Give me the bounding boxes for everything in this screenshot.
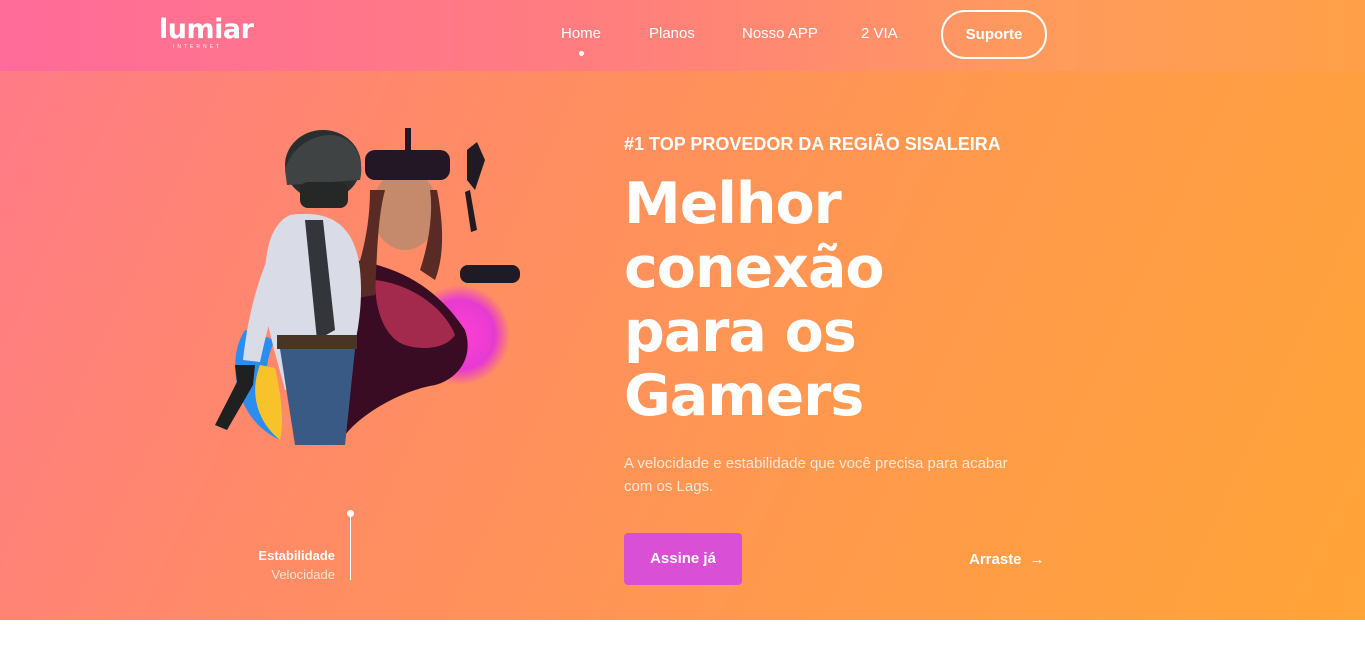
swipe-link[interactable]: Arraste → [969,550,1045,570]
gamers-illustration [215,128,520,445]
headline-line: Melhor [624,171,842,237]
nav-item-home[interactable]: Home [561,25,601,43]
headline-line: Gamers [624,363,864,429]
subscribe-button[interactable]: Assine já [624,533,742,585]
headline-line: conexão [624,235,885,301]
feature-divider-dot [347,510,354,517]
nav-active-indicator [579,51,584,56]
headline-line: para os [624,299,857,365]
swipe-label: Arraste [969,551,1022,568]
feature-divider-line [350,515,351,580]
site-header: lumiar INTERNET Home Planos Nosso APP 2 … [0,0,1365,71]
nav-item-2-via[interactable]: 2 VIA [861,25,898,43]
arrow-right-icon: → [1029,551,1045,568]
brand-logo[interactable]: lumiar INTERNET [159,14,254,51]
hero-eyebrow: #1 TOP PROVEDOR DA REGIÃO SISALEIRA [624,134,1001,154]
nav-item-nosso-app[interactable]: Nosso APP [742,25,818,43]
feature-stability: Estabilidade [258,548,335,563]
hero-headline: Melhor conexão para os Gamers [624,172,1044,428]
hero-subtitle: A velocidade e estabilidade que você pre… [624,455,1008,495]
feature-speed: Velocidade [271,567,335,582]
brand-tagline: INTERNET [173,44,222,50]
support-button[interactable]: Suporte [941,10,1047,59]
hero-section: lumiar INTERNET Home Planos Nosso APP 2 … [0,0,1365,620]
brand-name: lumiar [159,14,254,45]
nav-item-planos[interactable]: Planos [649,25,695,43]
